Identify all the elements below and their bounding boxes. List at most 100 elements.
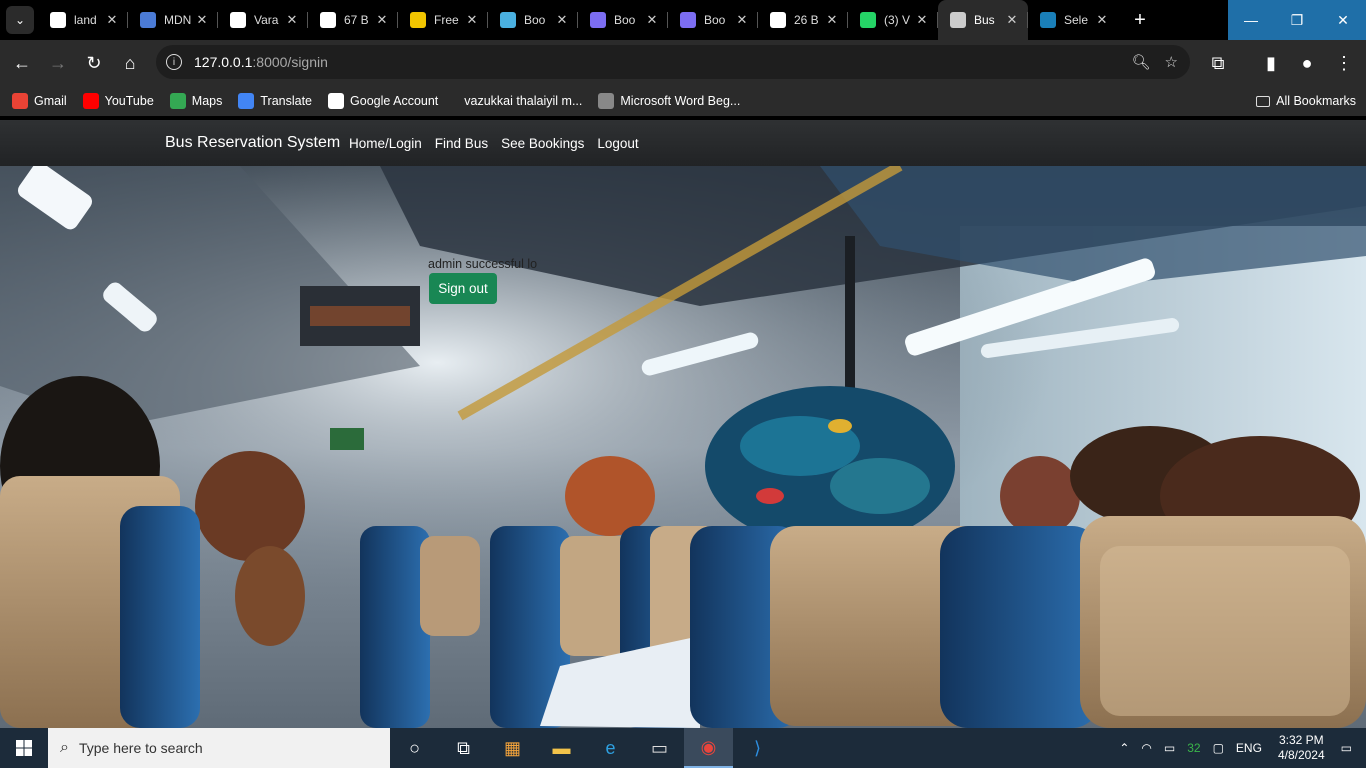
nav-link[interactable]: Home/Login xyxy=(349,136,422,151)
browser-tab[interactable]: 26 B ✕ xyxy=(758,0,848,40)
browser-tab[interactable]: Sele ✕ xyxy=(1028,0,1118,40)
file-explorer-icon[interactable]: ▬ xyxy=(537,728,586,768)
mdn-icon xyxy=(140,12,156,28)
vscode-icon[interactable]: ⟩ xyxy=(733,728,782,768)
whatsapp-icon xyxy=(860,12,876,28)
selenium-icon xyxy=(1040,12,1056,28)
close-tab-icon[interactable]: ✕ xyxy=(194,12,210,28)
back-button[interactable]: ← xyxy=(4,45,40,81)
close-tab-icon[interactable]: ✕ xyxy=(554,12,570,28)
close-tab-icon[interactable]: ✕ xyxy=(734,12,750,28)
site-info-icon[interactable]: i xyxy=(166,54,182,70)
display-icon[interactable]: ▢ xyxy=(1213,741,1224,755)
close-tab-icon[interactable]: ✕ xyxy=(824,12,840,28)
bookmark-item[interactable]: Maps xyxy=(169,93,222,109)
close-tab-icon[interactable]: ✕ xyxy=(374,12,390,28)
clock-date: 4/8/2024 xyxy=(1277,748,1325,762)
site-brand[interactable]: Bus Reservation System xyxy=(165,134,340,152)
browser-tab[interactable]: (3) V ✕ xyxy=(848,0,938,40)
clock-time: 3:32 PM xyxy=(1278,733,1324,747)
close-tab-icon[interactable]: ✕ xyxy=(104,12,120,28)
tab-title: Sele xyxy=(1064,13,1089,27)
browser-tab[interactable]: Vara ✕ xyxy=(218,0,308,40)
battery-icon[interactable]: ▭ xyxy=(1164,741,1175,755)
bookmark-item[interactable]: Google Account xyxy=(328,93,438,109)
browser-tab[interactable]: Boo ✕ xyxy=(488,0,578,40)
cortana-icon[interactable]: ○ xyxy=(390,728,439,768)
close-tab-icon[interactable]: ✕ xyxy=(284,12,300,28)
microsoft-store-icon[interactable]: ▦ xyxy=(488,728,537,768)
windows-taskbar: ⌕ Type here to search ○ ⧉ ▦ ▬ e ▭ ◉ ⟩ ⌃ … xyxy=(0,728,1366,768)
sign-out-button[interactable]: Sign out xyxy=(429,273,497,304)
bookmark-item[interactable]: Gmail xyxy=(12,93,67,109)
profile-avatar[interactable]: ● xyxy=(1289,45,1325,81)
browser-tab[interactable]: land ✕ xyxy=(38,0,128,40)
tab-title: Vara xyxy=(254,13,279,27)
bookmark-star-icon[interactable]: ☆ xyxy=(1165,53,1178,71)
figma-f-icon xyxy=(320,12,336,28)
nav-link[interactable]: Logout xyxy=(597,136,638,151)
tab-title: (3) V xyxy=(884,13,911,27)
bookmark-item[interactable]: vazukkai thalaiyil m... xyxy=(464,94,582,108)
nav-link[interactable]: See Bookings xyxy=(501,136,584,151)
tab-title: Bus xyxy=(974,13,995,27)
globe-icon xyxy=(598,93,615,109)
edge-icon[interactable]: e xyxy=(586,728,635,768)
close-tab-icon[interactable]: ✕ xyxy=(1094,12,1110,28)
new-tab-button[interactable]: + xyxy=(1126,6,1154,34)
bookmark-label: Gmail xyxy=(34,94,67,108)
windows-icon xyxy=(16,740,32,756)
tab-title: Free xyxy=(434,13,459,27)
close-tab-icon[interactable]: ✕ xyxy=(914,12,930,28)
bookmark-label: vazukkai thalaiyil m... xyxy=(464,94,583,108)
minimize-button[interactable]: — xyxy=(1228,0,1274,40)
forward-button[interactable]: → xyxy=(40,45,76,81)
chrome-icon[interactable]: ◉ xyxy=(684,728,733,768)
translate-icon xyxy=(238,93,255,109)
bookmark-label: YouTube xyxy=(104,94,154,108)
close-window-button[interactable]: ✕ xyxy=(1320,0,1366,40)
close-tab-icon[interactable]: ✕ xyxy=(644,12,660,28)
notifications-icon[interactable]: ▭ xyxy=(1341,741,1352,755)
tab-title: 26 B xyxy=(794,13,819,27)
menu-icon[interactable]: ⋮ xyxy=(1326,45,1362,81)
page-content: Bus Reservation System Home/Login Find Bu… xyxy=(0,116,1366,728)
close-tab-icon[interactable]: ✕ xyxy=(1004,12,1020,28)
zoom-icon[interactable]: 🔍︎ xyxy=(1132,53,1151,71)
browser-tab[interactable]: MDN ✕ xyxy=(128,0,218,40)
wifi-icon[interactable]: ◠ xyxy=(1141,741,1151,755)
start-button[interactable] xyxy=(0,728,48,768)
browser-tab[interactable]: 67 B ✕ xyxy=(308,0,398,40)
side-panel-icon[interactable]: ▮ xyxy=(1253,45,1289,81)
globe-icon xyxy=(950,12,966,28)
address-bar[interactable]: i 127.0.0.1:8000/signin 🔍︎ ☆ xyxy=(156,45,1190,79)
tab-search-button[interactable]: ⌄ xyxy=(6,6,34,34)
close-tab-icon[interactable]: ✕ xyxy=(464,12,480,28)
bookmark-item[interactable]: Microsoft Word Beg... xyxy=(598,93,740,109)
login-status-message: admin successful lo xyxy=(428,257,538,271)
reload-button[interactable]: ↻ xyxy=(76,45,112,81)
youtube-icon xyxy=(82,93,99,109)
taskbar-search-box[interactable]: ⌕ Type here to search xyxy=(48,728,390,768)
browser-tab[interactable]: Boo ✕ xyxy=(578,0,668,40)
google-icon xyxy=(328,93,345,109)
search-icon: ⌕ xyxy=(60,739,69,756)
language-indicator[interactable]: ENG xyxy=(1236,741,1262,755)
gmail-icon xyxy=(12,93,28,109)
bookmark-item[interactable]: Translate xyxy=(238,93,312,109)
bookmark-item[interactable]: YouTube xyxy=(82,93,154,109)
nav-link[interactable]: Find Bus xyxy=(435,136,488,151)
browser-tab[interactable]: Boo ✕ xyxy=(668,0,758,40)
clock[interactable]: 3:32 PM 4/8/2024 xyxy=(1278,733,1325,763)
extensions-icon[interactable]: ⧉ xyxy=(1200,45,1236,81)
restore-button[interactable]: ❐ xyxy=(1274,0,1320,40)
browser-tab[interactable]: Free ✕ xyxy=(398,0,488,40)
home-button[interactable]: ⌂ xyxy=(112,45,148,81)
github-icon xyxy=(230,12,246,28)
all-bookmarks[interactable]: All Bookmarks xyxy=(1256,94,1356,108)
browser-tab[interactable]: Bus ✕ xyxy=(938,0,1028,40)
chevron-up-icon[interactable]: ⌃ xyxy=(1119,741,1129,755)
url-text: 127.0.0.1:8000/signin xyxy=(194,54,328,70)
app-icon[interactable]: ▭ xyxy=(635,728,684,768)
task-view-icon[interactable]: ⧉ xyxy=(439,728,488,768)
